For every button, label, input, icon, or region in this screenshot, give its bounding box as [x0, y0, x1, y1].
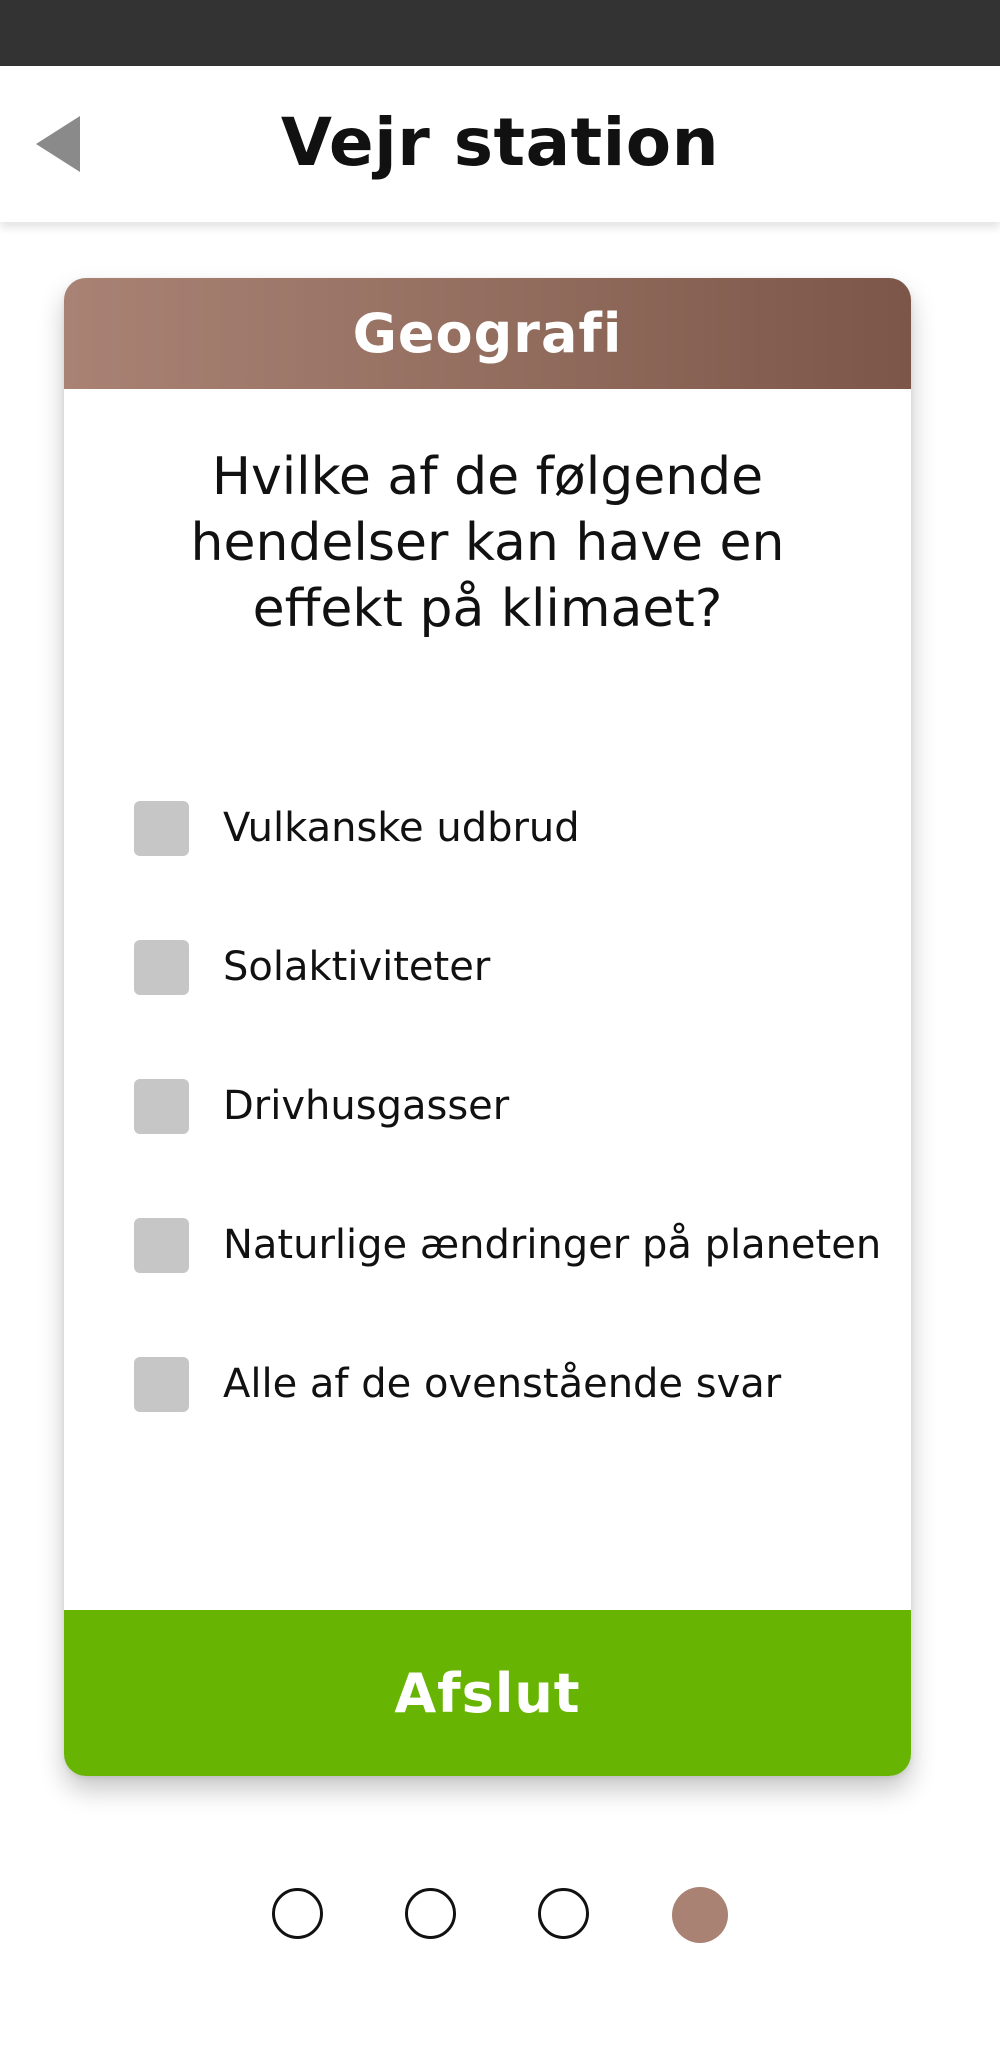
option-checkbox[interactable] — [134, 1356, 189, 1412]
option-label: Solaktiviteter — [223, 944, 491, 990]
option-checkbox[interactable] — [134, 1217, 189, 1273]
page-title: Vejr station — [280, 104, 720, 181]
option-checkbox[interactable] — [134, 939, 189, 995]
option-drivhusgasser[interactable]: Drivhusgasser — [134, 1076, 904, 1136]
card-header: Geografi — [64, 278, 911, 389]
quiz-card: Geografi Hvilke af de følgende hendelser… — [64, 278, 911, 1776]
page-dot-2[interactable] — [405, 1888, 456, 1939]
status-bar — [0, 0, 1000, 66]
page-indicator — [0, 1887, 1000, 1944]
question-text: Hvilke af de følgende hendelser kan have… — [190, 447, 785, 639]
option-vulkanske-udbrud[interactable]: Vulkanske udbrud — [134, 798, 904, 858]
app-header: Vejr station — [0, 66, 1000, 222]
option-label: Naturlige ændringer på planeten — [223, 1222, 882, 1268]
option-label: Drivhusgasser — [223, 1083, 510, 1129]
page-dot-3[interactable] — [538, 1888, 589, 1939]
option-checkbox[interactable] — [134, 800, 189, 856]
page-dot-4-active[interactable] — [672, 1887, 728, 1943]
option-naturlige-aendringer[interactable]: Naturlige ændringer på planeten — [134, 1215, 904, 1275]
option-solaktiviteter[interactable]: Solaktiviteter — [134, 937, 904, 997]
card-subject: Geografi — [352, 302, 623, 365]
page-dot-1[interactable] — [272, 1888, 323, 1939]
finish-button[interactable]: Afslut — [64, 1610, 911, 1776]
option-alle-svar[interactable]: Alle af de ovenstående svar — [134, 1354, 904, 1414]
option-checkbox[interactable] — [134, 1078, 189, 1134]
option-label: Vulkanske udbrud — [223, 805, 580, 851]
finish-button-label: Afslut — [394, 1661, 581, 1725]
option-label: Alle af de ovenstående svar — [223, 1361, 782, 1407]
